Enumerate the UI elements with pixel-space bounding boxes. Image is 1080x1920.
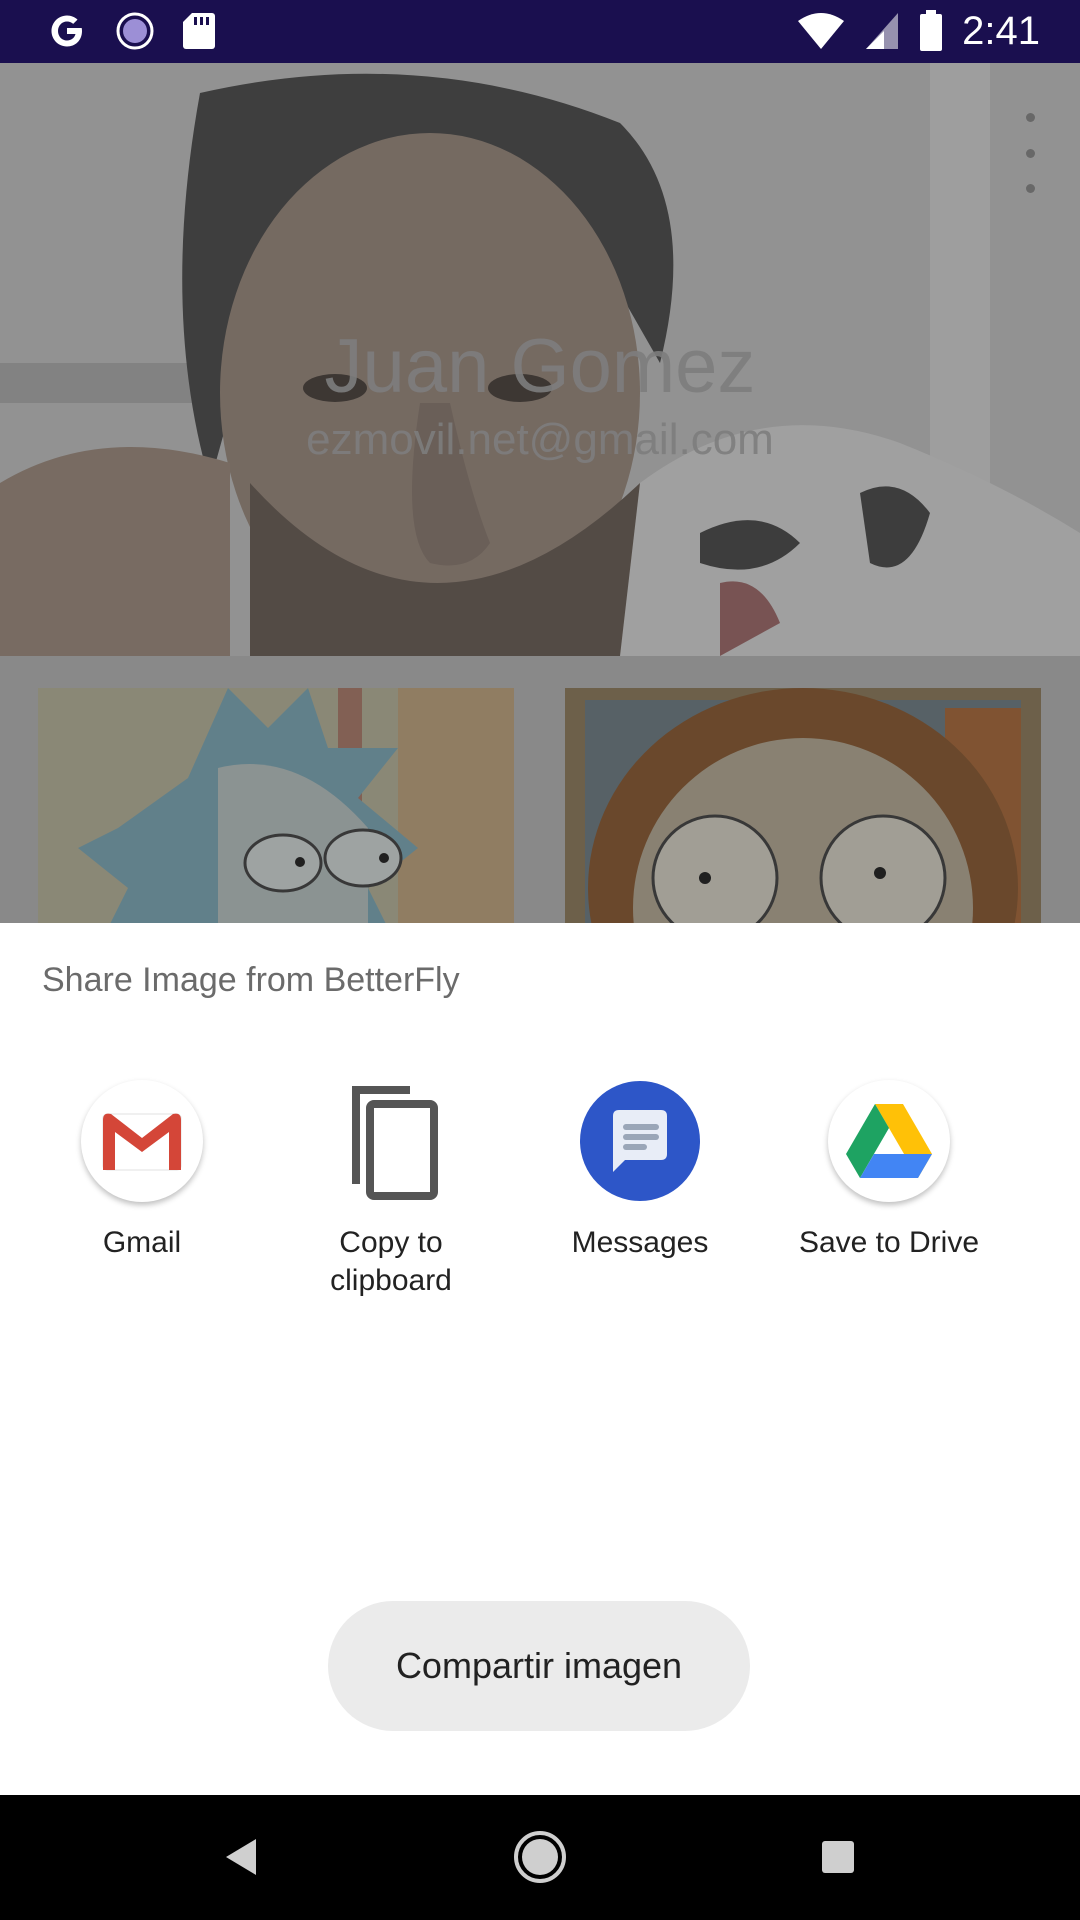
image-card[interactable] xyxy=(565,688,1041,923)
share-target-label: Messages xyxy=(571,1226,709,1259)
share-target-messages[interactable]: Messages xyxy=(515,1080,765,1262)
share-target-drive[interactable]: Save to Drive xyxy=(764,1080,1014,1262)
sync-icon xyxy=(116,12,154,50)
image-grid xyxy=(0,656,1080,923)
image-card[interactable] xyxy=(38,688,514,923)
recents-icon[interactable] xyxy=(808,1827,868,1887)
battery-icon xyxy=(920,10,943,51)
navigation-bar xyxy=(0,1795,1080,1920)
status-bar: 2:41 xyxy=(0,0,1080,63)
share-targets: Gmail Copy to clipboard Messages Save to… xyxy=(0,1080,1080,1340)
share-target-label: Gmail xyxy=(102,1226,182,1259)
overflow-menu-icon[interactable] xyxy=(1022,113,1038,193)
copy-icon xyxy=(352,1086,438,1200)
share-target-label: Save to Drive xyxy=(798,1226,980,1259)
profile-screen: Juan Gomez ezmovil.net@gmail.com xyxy=(0,63,1080,923)
home-icon[interactable] xyxy=(510,1827,570,1887)
share-target-label: Copy to clipboard xyxy=(330,1226,452,1297)
profile-name: Juan Gomez xyxy=(324,324,756,409)
clock: 2:41 xyxy=(962,9,1040,53)
wifi-icon xyxy=(798,13,845,49)
share-sheet-title: Share Image from BetterFly xyxy=(42,961,460,999)
drive-icon xyxy=(846,1104,932,1178)
sd-card-icon xyxy=(183,13,215,49)
gmail-icon xyxy=(102,1113,182,1171)
share-target-copy[interactable]: Copy to clipboard xyxy=(266,1080,516,1300)
profile-email: ezmovil.net@gmail.com xyxy=(306,415,774,464)
messages-icon xyxy=(580,1081,700,1201)
back-icon[interactable] xyxy=(212,1827,272,1887)
signal-icon xyxy=(866,13,899,49)
toast-message: Compartir imagen xyxy=(328,1601,750,1731)
profile-photo: Juan Gomez ezmovil.net@gmail.com xyxy=(0,63,1080,656)
google-icon xyxy=(51,15,82,47)
share-target-gmail[interactable]: Gmail xyxy=(17,1080,267,1262)
